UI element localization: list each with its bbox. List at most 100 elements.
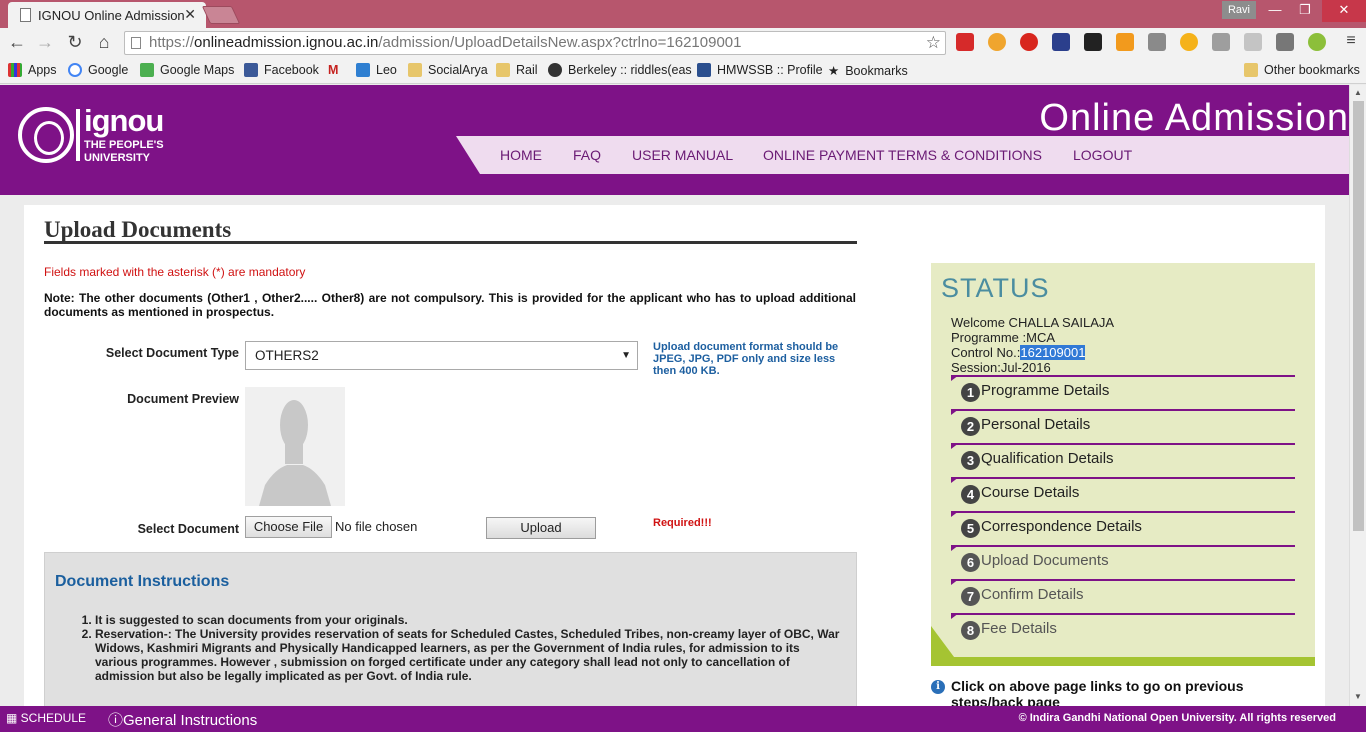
bookmark-berkeley[interactable]: Berkeley :: riddles(eas — [548, 63, 692, 77]
extension-icon[interactable] — [1308, 33, 1326, 51]
menu-icon[interactable]: ≡ — [1340, 32, 1362, 50]
doc-type-select[interactable]: OTHERS2 ▼ — [245, 341, 638, 370]
extension-icon[interactable] — [1084, 33, 1102, 51]
window-close-icon[interactable]: ✕ — [1322, 0, 1366, 22]
berkeley-icon — [548, 63, 562, 77]
mandatory-note: Fields marked with the asterisk (*) are … — [44, 265, 306, 279]
step-qualification-details[interactable]: 3 Qualification Details — [951, 443, 1295, 477]
step-number-icon: 2 — [961, 417, 980, 436]
menu-faq[interactable]: FAQ — [573, 147, 601, 163]
step-course-details[interactable]: 4 Course Details — [951, 477, 1295, 511]
extension-icon[interactable] — [1180, 33, 1198, 51]
maps-icon — [140, 63, 154, 77]
address-bar[interactable]: https://onlineadmission.ignou.ac.in/admi… — [124, 31, 946, 55]
info-icon: ⓘ — [108, 712, 124, 729]
choose-file-button[interactable]: Choose File — [245, 516, 332, 538]
folder-icon — [496, 63, 510, 77]
extension-icon[interactable] — [1116, 33, 1134, 51]
chevron-down-icon: ▼ — [621, 350, 631, 361]
bookmark-apps[interactable]: Apps — [8, 63, 57, 77]
hmwssb-icon — [697, 63, 711, 77]
step-fee-details[interactable]: 8 Fee Details — [951, 613, 1295, 647]
browser-toolbar: ← → ↻ ⌂ https://onlineadmission.ignou.ac… — [0, 28, 1366, 58]
extension-shield-icon[interactable] — [1020, 33, 1038, 51]
maximize-icon[interactable]: ❐ — [1290, 0, 1320, 22]
forward-icon[interactable]: → — [34, 32, 56, 53]
doc-type-value: OTHERS2 — [255, 348, 319, 363]
general-instructions-link[interactable]: ⓘGeneral Instructions — [108, 709, 257, 730]
folder-icon — [408, 63, 422, 77]
scrollbar-thumb[interactable] — [1353, 101, 1364, 531]
google-icon — [68, 63, 82, 77]
bookmarks-bar: Apps Google Google Maps Facebook M Leo S… — [0, 58, 1366, 84]
copyright-text: © Indira Gandhi National Open University… — [1018, 712, 1336, 724]
bookmark-google-maps[interactable]: Google Maps — [140, 63, 234, 77]
step-programme-details[interactable]: 1 Programme Details — [951, 375, 1295, 409]
bookmark-socialarya[interactable]: SocialArya — [408, 63, 488, 77]
document-preview — [245, 387, 345, 506]
profile-button[interactable]: Ravi — [1222, 1, 1256, 19]
extension-icon[interactable] — [1212, 33, 1230, 51]
folder-icon — [1244, 63, 1258, 77]
logo-word: ignou — [84, 103, 164, 138]
bookmark-hmwssb[interactable]: HMWSSB :: Profile — [697, 63, 823, 77]
step-confirm-details[interactable]: 7 Confirm Details — [951, 579, 1295, 613]
step-number-icon: 3 — [961, 451, 980, 470]
new-tab-button[interactable] — [201, 6, 241, 24]
step-upload-documents[interactable]: 6 Upload Documents — [951, 545, 1295, 579]
step-correspondence-details[interactable]: 5 Correspondence Details — [951, 511, 1295, 545]
select-document-label: Select Document — [137, 522, 239, 536]
home-icon[interactable]: ⌂ — [93, 32, 115, 53]
reload-icon[interactable]: ↻ — [64, 32, 86, 53]
bookmark-rail[interactable]: Rail — [496, 63, 538, 77]
scroll-up-icon[interactable]: ▲ — [1354, 88, 1362, 97]
bookmark-facebook[interactable]: Facebook — [244, 63, 319, 77]
control-number: Control No.:162109001 — [951, 345, 1086, 360]
extension-icon[interactable] — [1148, 33, 1166, 51]
programme-text: Programme :MCA — [951, 330, 1056, 345]
extension-icon[interactable] — [988, 33, 1006, 51]
extension-icon[interactable] — [1276, 33, 1294, 51]
extension-train-icon[interactable] — [956, 33, 974, 51]
scroll-down-icon[interactable]: ▼ — [1354, 692, 1362, 701]
bookmark-gmail[interactable]: M — [328, 63, 338, 77]
menu-home[interactable]: HOME — [500, 147, 542, 163]
ignou-logo[interactable]: ignou THE PEOPLE'S UNIVERSITY — [18, 103, 168, 169]
step-number-icon: 7 — [961, 587, 980, 606]
status-panel: STATUS Welcome CHALLA SAILAJA Programme … — [931, 263, 1315, 666]
main-content: Upload Documents Fields marked with the … — [24, 205, 1325, 706]
info-icon: i — [931, 680, 945, 694]
extension-icon[interactable] — [1052, 33, 1070, 51]
tab-close-icon[interactable]: ✕ — [184, 6, 196, 23]
page-viewport: ignou THE PEOPLE'S UNIVERSITY Online Admi… — [0, 85, 1349, 706]
page-scrollbar[interactable]: ▲ ▼ — [1349, 85, 1366, 706]
other-bookmarks[interactable]: Other bookmarks — [1244, 63, 1360, 77]
browser-tab[interactable]: IGNOU Online Admission ✕ — [8, 2, 206, 28]
extension-icon[interactable] — [1244, 33, 1262, 51]
file-status: No file chosen — [335, 519, 418, 534]
menu-user-manual[interactable]: USER MANUAL — [632, 147, 733, 163]
preview-label: Document Preview — [127, 392, 239, 406]
schedule-link[interactable]: ▦ SCHEDULE — [6, 711, 86, 725]
welcome-text: Welcome CHALLA SAILAJA — [951, 315, 1115, 330]
bookmark-leo[interactable]: Leo — [356, 63, 397, 77]
url-host: onlineadmission.ignou.ac.in — [194, 34, 379, 51]
bookmark-google[interactable]: Google — [68, 63, 128, 77]
menu-logout[interactable]: LOGOUT — [1073, 147, 1132, 163]
list-item: Reservation-: The University provides re… — [95, 627, 840, 683]
minimize-icon[interactable]: — — [1260, 0, 1290, 22]
bookmark-bookmarks[interactable]: ★ Bookmarks — [828, 63, 908, 79]
menu-payment-terms[interactable]: ONLINE PAYMENT TERMS & CONDITIONS — [763, 147, 1042, 163]
site-header: ignou THE PEOPLE'S UNIVERSITY Online Admi… — [0, 85, 1349, 195]
other-docs-note: Note: The other documents (Other1 , Othe… — [44, 291, 856, 319]
step-personal-details[interactable]: 2 Personal Details — [951, 409, 1295, 443]
navigation-hint: i Click on above page links to go on pre… — [931, 678, 1311, 706]
session-text: Session:Jul-2016 — [951, 360, 1051, 375]
back-icon[interactable]: ← — [6, 32, 28, 53]
step-number-icon: 4 — [961, 485, 980, 504]
upload-button[interactable]: Upload — [486, 517, 596, 539]
star-icon: ★ — [828, 64, 840, 78]
bookmark-star-icon[interactable]: ☆ — [926, 32, 941, 54]
apps-icon — [8, 63, 22, 77]
url-path: /admission/UploadDetailsNew.aspx?ctrlno=… — [378, 34, 742, 51]
